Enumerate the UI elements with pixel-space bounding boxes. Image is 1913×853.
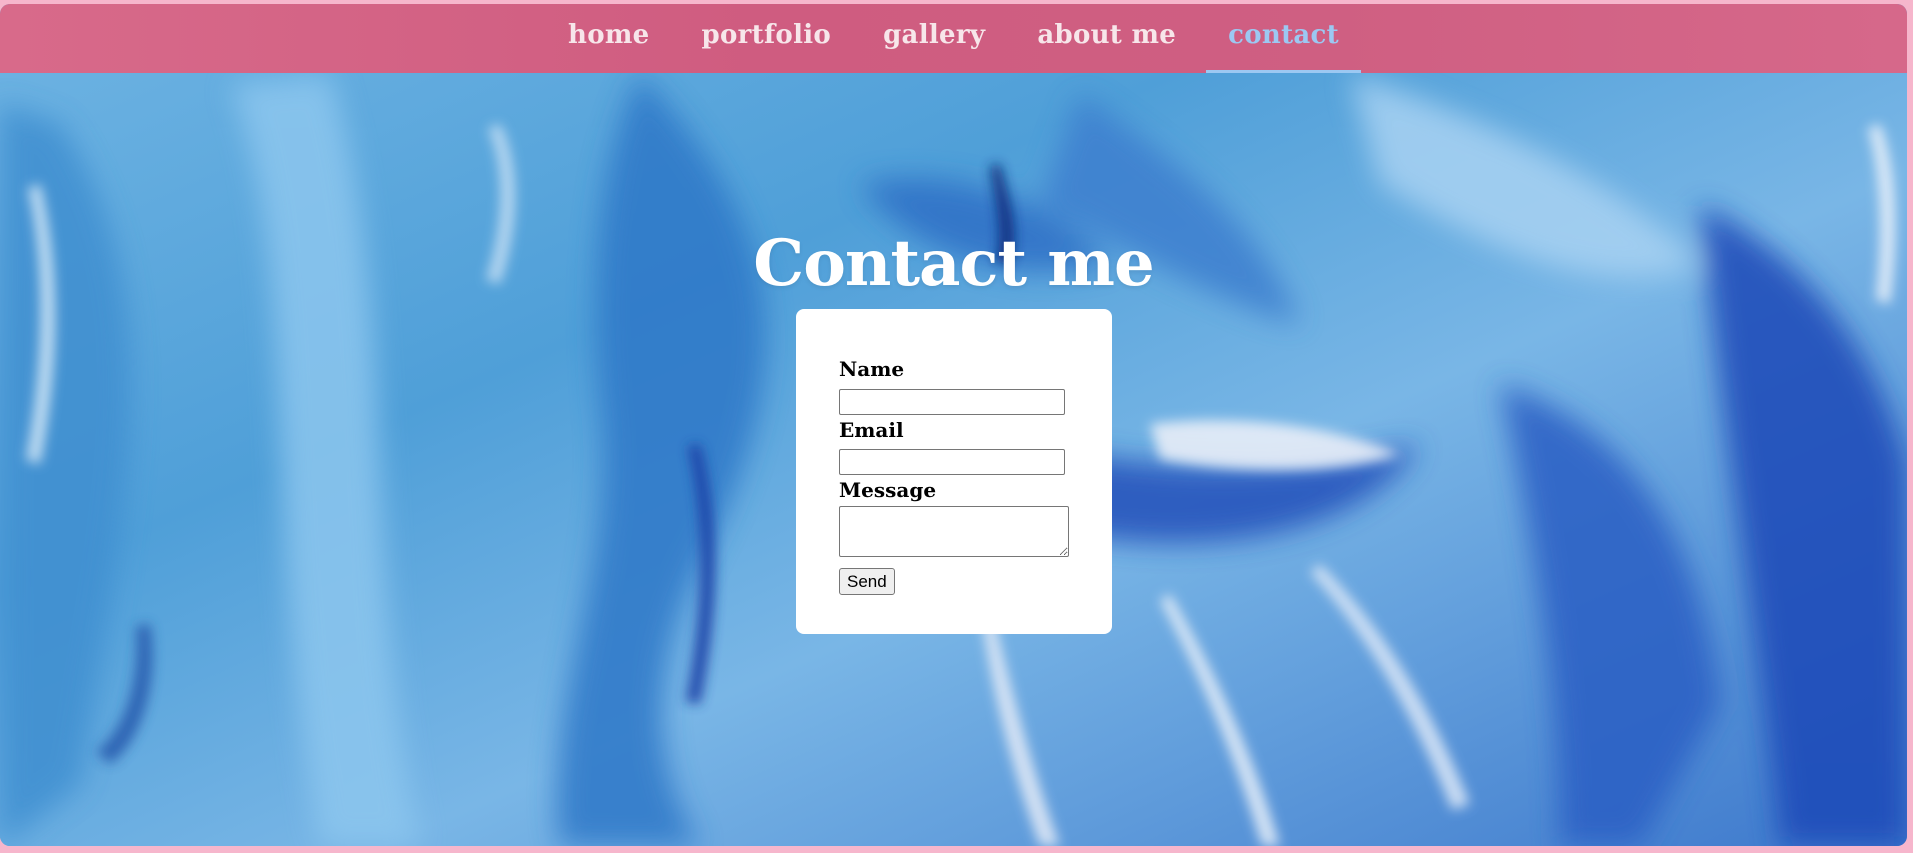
name-label: Name <box>839 357 905 381</box>
email-label: Email <box>839 418 904 442</box>
nav-contact[interactable]: contact <box>1206 4 1361 73</box>
message-label: Message <box>839 478 937 502</box>
message-field[interactable] <box>839 506 1069 557</box>
top-navbar: home portfolio gallery about me contact <box>0 4 1907 73</box>
name-field[interactable] <box>839 389 1065 415</box>
contact-form-card: Name Email Message Send <box>796 309 1112 634</box>
nav-about-me[interactable]: about me <box>1015 4 1198 69</box>
email-field[interactable] <box>839 449 1065 475</box>
page-title: Contact me <box>753 226 1154 301</box>
nav-gallery[interactable]: gallery <box>861 4 1007 69</box>
send-button[interactable]: Send <box>839 568 895 595</box>
nav-portfolio[interactable]: portfolio <box>680 4 854 69</box>
page-frame: home portfolio gallery about me contact … <box>0 4 1907 846</box>
nav-home[interactable]: home <box>546 4 672 69</box>
